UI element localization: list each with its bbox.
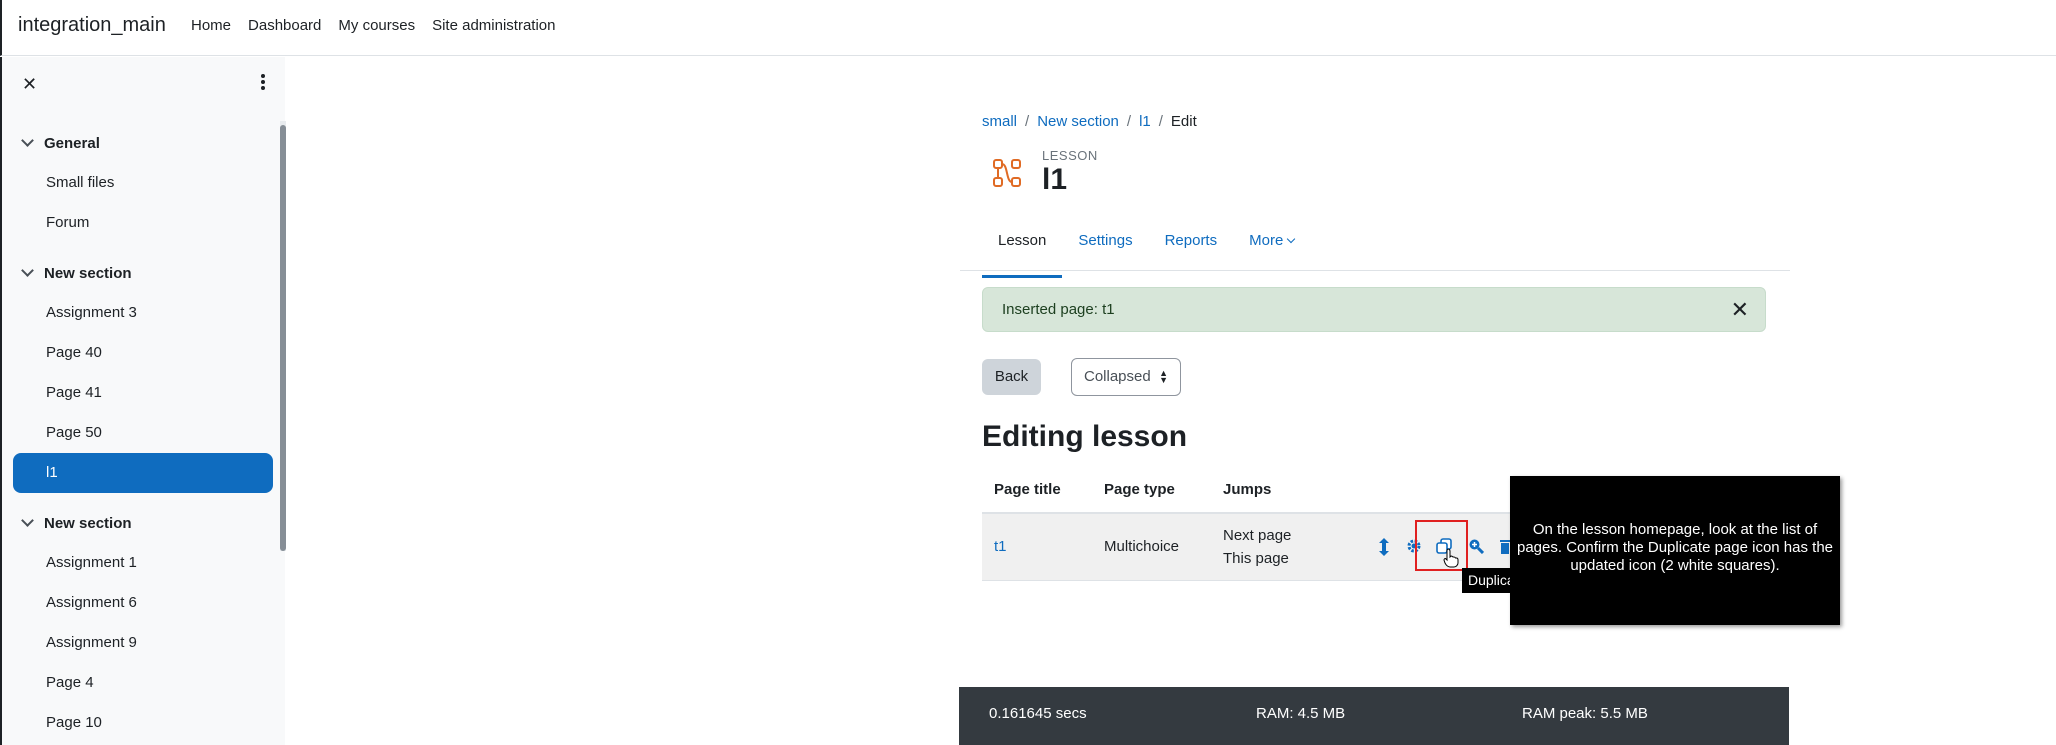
nav-home[interactable]: Home	[191, 17, 231, 34]
back-button[interactable]: Back	[982, 359, 1041, 395]
nav-site-administration[interactable]: Site administration	[432, 17, 555, 34]
page-type-cell: Multichoice	[1104, 538, 1180, 555]
tab-settings[interactable]: Settings	[1062, 222, 1148, 270]
index-item-assignment-6[interactable]: Assignment 6	[13, 583, 273, 623]
module-type-label: LESSON	[1042, 148, 1098, 163]
page-link-t1[interactable]: t1	[994, 538, 1007, 555]
chevron-down-icon[interactable]	[21, 264, 34, 277]
nav-dashboard[interactable]: Dashboard	[248, 17, 321, 34]
duplicate-highlight-box	[1415, 520, 1468, 571]
course-index-drawer: ✕ General Small files Forum New section …	[0, 57, 286, 745]
footer-ram: RAM: 4.5 MB	[1256, 705, 1346, 722]
sort-arrows-icon: ▲ ▼	[1159, 368, 1168, 385]
site-brand[interactable]: integration_main	[18, 14, 166, 37]
index-item-small-files[interactable]: Small files	[13, 163, 273, 203]
more-options-icon[interactable]	[258, 73, 268, 93]
top-navbar: integration_main Home Dashboard My cours…	[0, 0, 2056, 56]
tab-more[interactable]: More	[1233, 222, 1310, 270]
section-new-section-2[interactable]: New section	[2, 509, 277, 538]
breadcrumb-current: Edit	[1170, 113, 1197, 130]
col-page-type: Page type	[1104, 481, 1175, 498]
tabs-divider	[960, 270, 1790, 271]
alert-message: Inserted page: t1	[1002, 301, 1115, 318]
index-item-forum[interactable]: Forum	[13, 203, 273, 243]
nav-my-courses[interactable]: My courses	[338, 17, 415, 34]
chevron-down-icon[interactable]	[21, 514, 34, 527]
section-new-section-1[interactable]: New section	[2, 259, 277, 288]
breadcrumb-l1[interactable]: l1	[1139, 113, 1151, 130]
instruction-overlay: On the lesson homepage, look at the list…	[1510, 476, 1840, 625]
view-mode-select[interactable]: Collapsed ▲ ▼	[1071, 358, 1181, 396]
primary-navigation: Home Dashboard My courses Site administr…	[191, 17, 556, 34]
index-item-assignment-3[interactable]: Assignment 3	[13, 293, 273, 333]
col-page-title: Page title	[994, 481, 1061, 498]
drawer-scrollbar-thumb[interactable]	[280, 125, 286, 551]
breadcrumb-small[interactable]: small	[982, 113, 1017, 130]
success-alert: Inserted page: t1 ✕	[982, 287, 1766, 332]
index-item-page-50[interactable]: Page 50	[13, 413, 273, 453]
index-item-page-10[interactable]: Page 10	[13, 703, 273, 743]
close-icon[interactable]: ✕	[1731, 297, 1749, 323]
lesson-icon	[993, 159, 1021, 187]
tab-reports[interactable]: Reports	[1149, 222, 1234, 270]
index-item-page-40[interactable]: Page 40	[13, 333, 273, 373]
page-title: l1	[1042, 163, 1068, 196]
col-jumps: Jumps	[1223, 481, 1272, 498]
index-item-assignment-1[interactable]: Assignment 1	[13, 543, 273, 583]
index-item-page-4[interactable]: Page 4	[13, 663, 273, 703]
jump-next-page: Next page	[1223, 527, 1292, 544]
breadcrumb-new-section[interactable]: New section	[1037, 113, 1119, 130]
footer-time: 0.161645 secs	[989, 705, 1087, 722]
index-item-page-41[interactable]: Page 41	[13, 373, 273, 413]
close-drawer-icon[interactable]: ✕	[22, 74, 37, 95]
delete-icon[interactable]	[1500, 538, 1510, 554]
secondary-navigation: Lesson Settings Reports More	[982, 222, 1310, 278]
performance-footer: 0.161645 secs RAM: 4.5 MB RAM peak: 5.5 …	[959, 687, 1789, 745]
chevron-down-icon[interactable]	[21, 134, 34, 147]
hand-pointer-icon	[1443, 548, 1459, 568]
section-general[interactable]: General	[2, 129, 277, 158]
course-index-list: General Small files Forum New section As…	[2, 125, 277, 743]
editing-lesson-heading: Editing lesson	[982, 420, 1188, 453]
jump-this-page: This page	[1223, 550, 1289, 567]
duplicate-tooltip: Duplicate	[1462, 568, 1512, 593]
breadcrumb: small / New section / l1 / Edit	[982, 113, 1197, 130]
index-item-l1[interactable]: l1	[13, 453, 273, 493]
index-item-assignment-9[interactable]: Assignment 9	[13, 623, 273, 663]
footer-ram-peak: RAM peak: 5.5 MB	[1522, 705, 1648, 722]
move-icon[interactable]	[1378, 538, 1390, 556]
preview-icon[interactable]	[1468, 538, 1484, 554]
chevron-down-icon	[1287, 234, 1296, 244]
